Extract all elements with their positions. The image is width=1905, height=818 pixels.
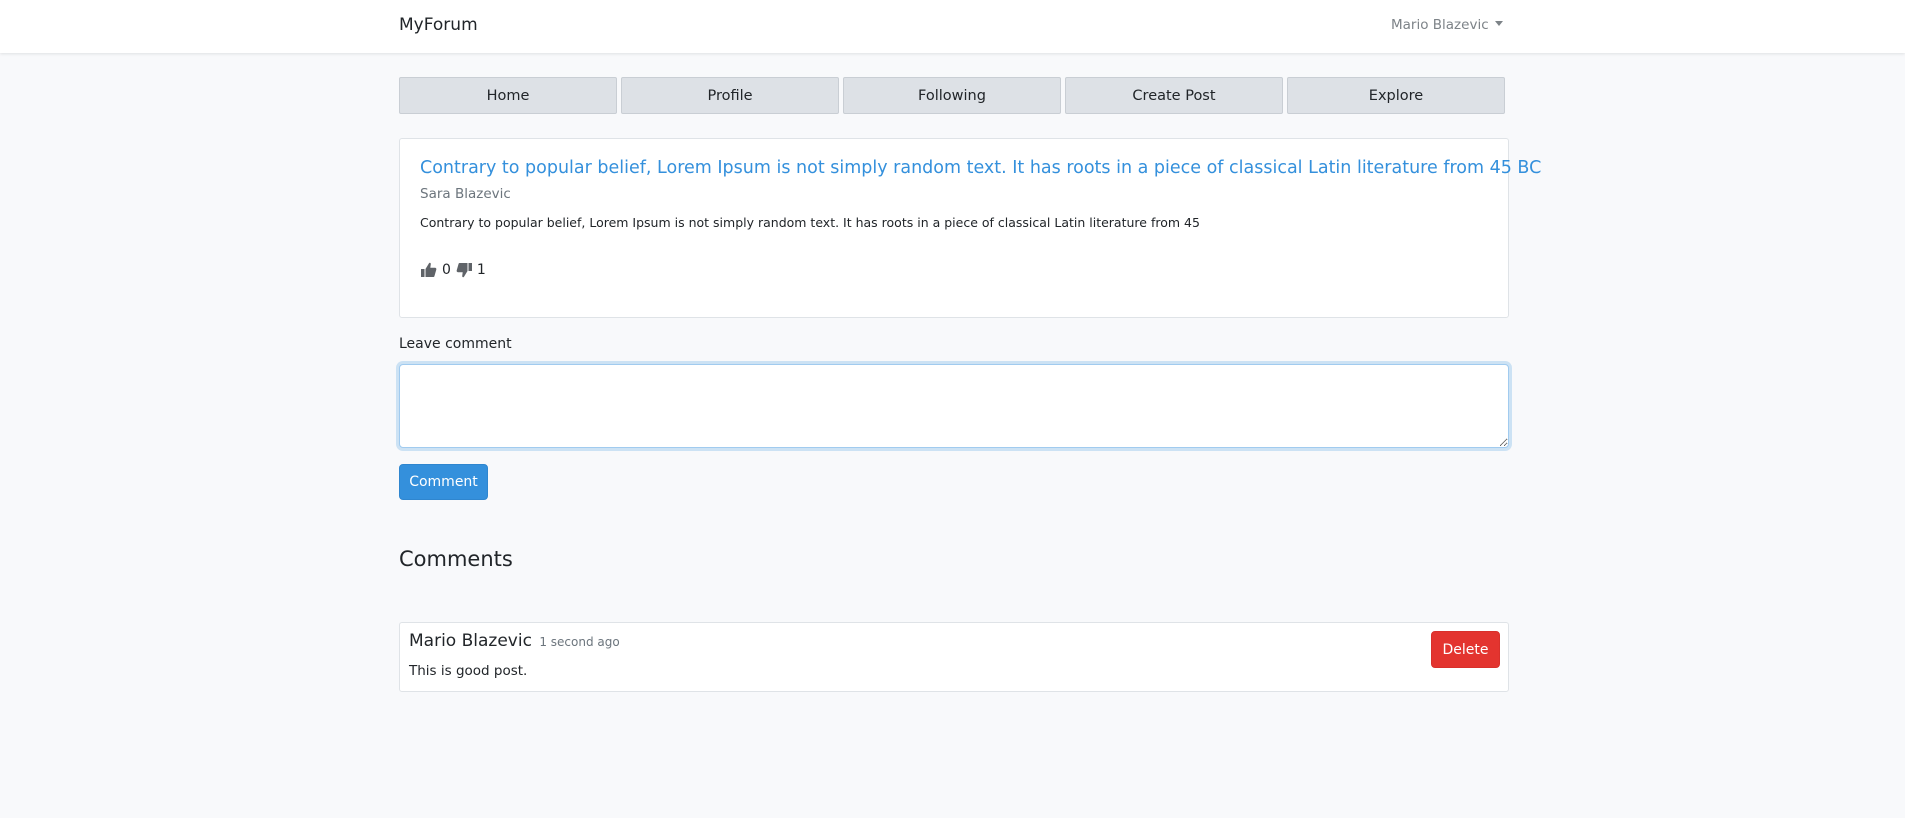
post-body: Contrary to popular belief, Lorem Ipsum … [420,215,1200,230]
dislike-count: 1 [476,262,486,278]
tab-home[interactable]: Home [399,77,617,114]
comment-text: This is good post. [409,663,528,679]
comment-submit-button[interactable]: Comment [399,464,488,500]
comment-author-line: Mario Blazevic 1 second ago [409,631,620,651]
tab-profile[interactable]: Profile [621,77,839,114]
caret-down-icon [1494,21,1503,26]
main-nav-tabs: Home Profile Following Create Post Explo… [399,77,1505,114]
comments-heading: Comments [399,547,513,571]
post-votes: 0 1 [420,261,490,279]
user-name: Mario Blazevic [1391,17,1489,33]
comment-author: Mario Blazevic [409,631,532,651]
comment-timestamp: 1 second ago [539,635,620,649]
user-dropdown-toggle[interactable]: Mario Blazevic [1391,17,1503,33]
thumbs-up-icon[interactable] [420,261,438,279]
comment-item: Mario Blazevic 1 second ago This is good… [399,622,1509,692]
like-count: 0 [442,262,451,278]
tab-create-post[interactable]: Create Post [1065,77,1283,114]
top-navbar: MyForum Mario Blazevic [0,0,1905,53]
comment-textarea[interactable] [399,364,1509,448]
tab-explore[interactable]: Explore [1287,77,1505,114]
leave-comment-label: Leave comment [399,336,512,352]
post-card: Contrary to popular belief, Lorem Ipsum … [399,138,1541,318]
post-author: Sara Blazevic [420,186,511,202]
tab-following[interactable]: Following [843,77,1061,114]
post-title-link[interactable]: Contrary to popular belief, Lorem Ipsum … [420,158,1541,178]
brand-logo-link[interactable]: MyForum [399,15,478,35]
delete-comment-button[interactable]: Delete [1431,631,1500,668]
thumbs-down-icon[interactable] [455,261,473,279]
